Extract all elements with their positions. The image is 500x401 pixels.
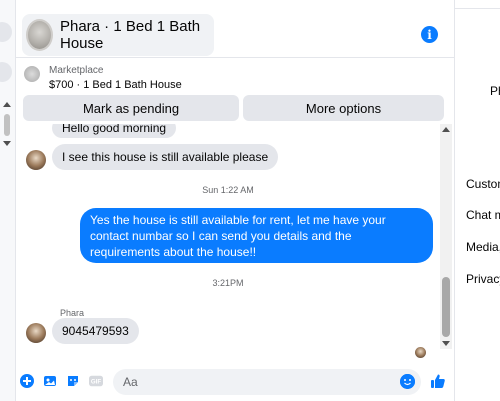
conversation-avatar[interactable] [0,62,12,82]
sender-name: Phara [60,308,85,318]
emoji-icon[interactable] [400,374,415,389]
message-input[interactable] [113,369,421,395]
info-item-customize[interactable]: Custom [466,177,500,191]
chat-title: Phara · 1 Bed 1 Bath House [59,18,201,52]
scroll-up-icon[interactable] [442,127,450,132]
gif-icon[interactable]: GIF [89,374,103,388]
thumbs-up-icon[interactable] [430,373,446,389]
message-text: Hello good morning [62,124,167,135]
listing-price-title: $700 · 1 Bed 1 Bath House [49,79,182,91]
message-timestamp: 3:21PM [212,278,244,288]
chat-header: Phara · 1 Bed 1 Bath House i [16,0,454,58]
scroll-down-icon[interactable] [442,341,450,346]
scroll-thumb[interactable] [442,277,450,337]
message-composer: GIF [16,364,454,401]
marketplace-label: Marketplace [49,65,104,76]
marketplace-listing[interactable]: Marketplace $700 · 1 Bed 1 Bath House [16,62,454,94]
scroll-up-icon[interactable] [3,102,11,107]
message-timestamp: Sun 1:22 AM [202,185,254,195]
info-item-privacy[interactable]: Privacy [466,272,500,286]
seen-indicator-avatar [415,347,426,358]
message-text: Yes the house is still available for ren… [90,213,386,259]
listing-thumbnail [24,66,40,82]
message-text: I see this house is still available plea… [62,150,269,164]
scroll-down-icon[interactable] [3,141,11,146]
info-item-media[interactable]: Media, [466,240,500,254]
left-scrollbar[interactable] [2,100,12,148]
message-list: Hello good morning I see this house is s… [16,124,440,364]
message-text: 9045479593 [62,324,129,338]
info-panel-heading: Ph [490,84,500,98]
message-incoming: 9045479593 [52,318,139,344]
plus-circle-icon[interactable] [20,374,34,388]
sender-avatar[interactable] [26,150,46,170]
conversation-info-panel: Ph Custom Chat m Media, Privacy [454,0,500,401]
message-incoming: I see this house is still available plea… [52,144,279,170]
photo-icon[interactable] [43,374,57,388]
sender-avatar[interactable] [26,323,46,343]
info-icon[interactable]: i [421,26,438,43]
divider [455,8,500,9]
message-outgoing: Yes the house is still available for ren… [80,208,433,263]
info-item-chat-members[interactable]: Chat m [466,208,500,222]
message-incoming: Hello good morning [52,124,177,138]
chat-scrollbar[interactable] [440,124,452,349]
svg-text:GIF: GIF [91,379,101,386]
scroll-thumb[interactable] [4,114,10,136]
chat-panel: Phara · 1 Bed 1 Bath House i Marketplace… [16,0,454,401]
sticker-icon[interactable] [66,374,80,388]
conversation-list-edge [0,0,16,401]
chat-title-button[interactable]: Phara · 1 Bed 1 Bath House [22,14,214,56]
more-options-button[interactable]: More options [243,95,444,121]
conversation-avatar[interactable] [0,22,12,42]
mark-as-pending-button[interactable]: Mark as pending [23,95,239,121]
listing-avatar [26,19,53,51]
